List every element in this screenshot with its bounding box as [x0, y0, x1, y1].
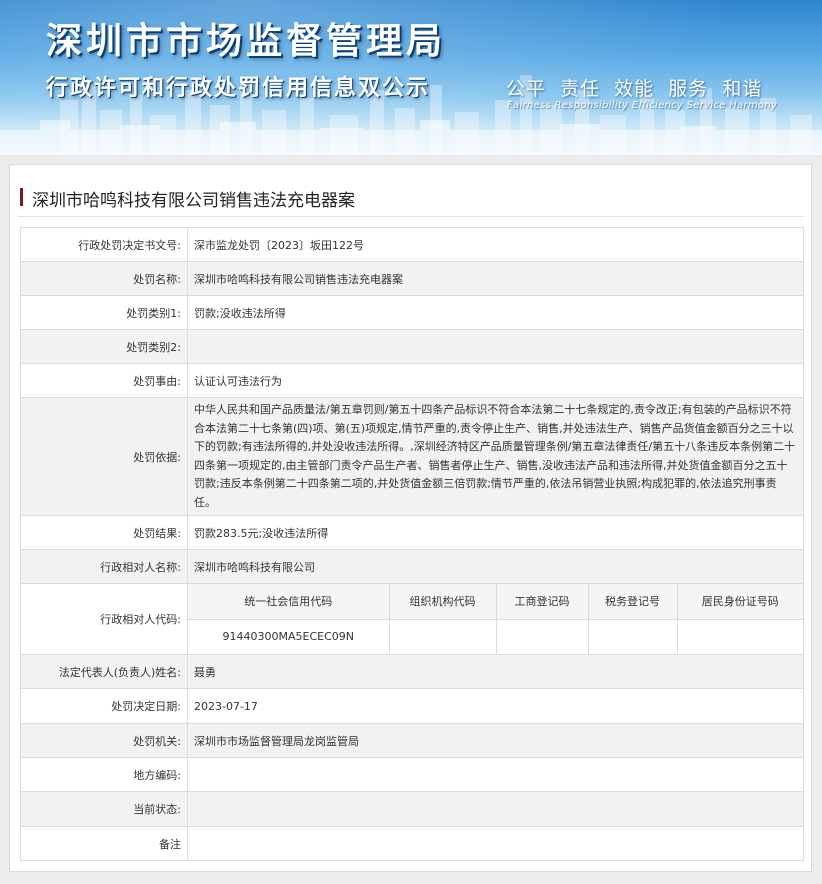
table-row: 行政相对人名称: 深圳市哈鸣科技有限公司	[20, 549, 804, 584]
case-detail-card: 深圳市哈鸣科技有限公司销售违法充电器案 行政处罚决定书文号: 深市监龙处罚〔20…	[9, 164, 812, 872]
code-value-org	[388, 618, 497, 654]
code-header-id: 居民身份证号码	[676, 584, 803, 620]
table-row: 处罚事由: 认证认可违法行为	[20, 363, 804, 398]
penalty-basis-label: 处罚依据:	[20, 397, 188, 516]
code-value-business	[495, 618, 589, 654]
table-row: 法定代表人(负责人)姓名: 聂勇	[20, 654, 804, 689]
penalty-reason-value: 认证认可违法行为	[187, 363, 804, 398]
table-row: 当前状态:	[20, 791, 804, 827]
header-banner: 深圳市市场监督管理局 行政许可和行政处罚信用信息双公示 公平 责任 效能 服务 …	[0, 0, 822, 155]
party-code-label: 行政相对人代码:	[20, 583, 188, 655]
table-row: 处罚类别1: 罚款;没收违法所得	[20, 295, 804, 330]
current-status-label: 当前状态:	[20, 791, 188, 827]
decision-date-label: 处罚决定日期:	[20, 688, 188, 724]
authority-value: 深圳市市场监督管理局龙岗监管局	[187, 723, 804, 758]
penalty-name-label: 处罚名称:	[20, 261, 188, 296]
case-info-table: 行政处罚决定书文号: 深市监龙处罚〔2023〕坂田122号 处罚名称: 深圳市哈…	[20, 227, 804, 861]
code-value-row: 91440300MA5ECEC09N	[188, 618, 803, 654]
party-name-label: 行政相对人名称:	[20, 549, 188, 584]
code-header-tax: 税务登记号	[587, 584, 678, 620]
table-row: 地方编码:	[20, 757, 804, 792]
table-row: 备注	[20, 826, 804, 861]
penalty-type1-label: 处罚类别1:	[20, 295, 188, 330]
code-header-business: 工商登记码	[495, 584, 589, 620]
table-row: 行政处罚决定书文号: 深市监龙处罚〔2023〕坂田122号	[20, 227, 804, 262]
current-status-value	[187, 791, 804, 827]
table-row: 处罚决定日期: 2023-07-17	[20, 688, 804, 724]
legal-rep-value: 聂勇	[187, 654, 804, 689]
penalty-result-value: 罚款283.5元;没收违法所得	[187, 515, 804, 550]
banner-title: 深圳市市场监督管理局	[46, 21, 447, 62]
code-header-org: 组织机构代码	[388, 584, 497, 620]
penalty-reason-label: 处罚事由:	[20, 363, 188, 398]
banner-slogan-chinese: 公平 责任 效能 服务 和谐	[506, 78, 763, 100]
table-row: 行政相对人代码: 统一社会信用代码 组织机构代码 工商登记码 税务登记号 居民身…	[20, 583, 804, 655]
party-code-cell: 统一社会信用代码 组织机构代码 工商登记码 税务登记号 居民身份证号码 9144…	[187, 583, 804, 655]
table-row: 处罚类别2:	[20, 329, 804, 364]
remark-value	[187, 826, 804, 861]
code-value-credit: 91440300MA5ECEC09N	[188, 618, 390, 654]
remark-label: 备注	[20, 826, 188, 861]
banner-slogan-english: Fairness Responsibility Efficiency Servi…	[507, 100, 778, 111]
banner-subtitle: 行政许可和行政处罚信用信息双公示	[46, 76, 431, 101]
decision-date-value: 2023-07-17	[187, 688, 804, 724]
table-row: 处罚依据: 中华人民共和国产品质量法/第五章罚则/第五十四条产品标识不符合本法第…	[20, 397, 804, 516]
party-name-value: 深圳市哈鸣科技有限公司	[187, 549, 804, 584]
penalty-name-value: 深圳市哈鸣科技有限公司销售违法充电器案	[187, 261, 804, 296]
code-value-id	[676, 618, 803, 654]
penalty-type1-value: 罚款;没收违法所得	[187, 295, 804, 330]
authority-label: 处罚机关:	[20, 723, 188, 758]
penalty-basis-value: 中华人民共和国产品质量法/第五章罚则/第五十四条产品标识不符合本法第二十七条规定…	[187, 397, 804, 516]
doc-number-value: 深市监龙处罚〔2023〕坂田122号	[187, 227, 804, 262]
case-title: 深圳市哈鸣科技有限公司销售违法充电器案	[32, 191, 355, 211]
table-row: 处罚结果: 罚款283.5元;没收违法所得	[20, 515, 804, 550]
code-header-credit: 统一社会信用代码	[188, 584, 390, 620]
area-code-value	[187, 757, 804, 792]
case-header: 深圳市哈鸣科技有限公司销售违法充电器案	[18, 185, 804, 217]
table-row: 处罚名称: 深圳市哈鸣科技有限公司销售违法充电器案	[20, 261, 804, 296]
party-code-table: 统一社会信用代码 组织机构代码 工商登记码 税务登记号 居民身份证号码 9144…	[188, 584, 803, 654]
legal-rep-label: 法定代表人(负责人)姓名:	[20, 654, 188, 689]
code-header-row: 统一社会信用代码 组织机构代码 工商登记码 税务登记号 居民身份证号码	[188, 584, 803, 620]
table-row: 处罚机关: 深圳市市场监督管理局龙岗监管局	[20, 723, 804, 758]
penalty-type2-label: 处罚类别2:	[20, 329, 188, 364]
area-code-label: 地方编码:	[20, 757, 188, 792]
penalty-result-label: 处罚结果:	[20, 515, 188, 550]
doc-number-label: 行政处罚决定书文号:	[20, 227, 188, 262]
code-value-tax	[587, 618, 678, 654]
title-accent-bar	[20, 188, 23, 206]
penalty-type2-value	[187, 329, 804, 364]
